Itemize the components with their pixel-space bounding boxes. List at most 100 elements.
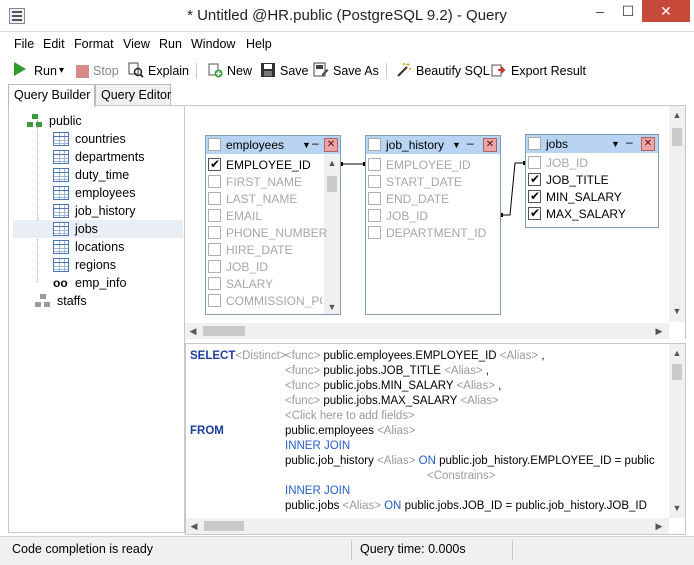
join-condition[interactable]: public.jobs.JOB_ID = public.job_history.… bbox=[405, 500, 647, 512]
join-table[interactable]: public.job_history bbox=[285, 455, 374, 467]
alias-placeholder[interactable]: <Alias> bbox=[460, 395, 498, 407]
menu-view[interactable]: View bbox=[123, 37, 150, 51]
alias-placeholder[interactable]: <Alias> bbox=[377, 425, 415, 437]
close-table-icon[interactable]: ✕ bbox=[641, 137, 655, 151]
tree-table-job-history[interactable]: job_history bbox=[53, 202, 135, 220]
alias-placeholder[interactable]: <Alias> bbox=[500, 350, 538, 362]
menu-edit[interactable]: Edit bbox=[43, 37, 65, 51]
beautify-sql-button[interactable]: Beautify SQL bbox=[396, 61, 490, 81]
alias-placeholder[interactable]: <Alias> bbox=[343, 500, 381, 512]
tree-table-employees[interactable]: employees bbox=[53, 184, 135, 202]
scroll-down-arrow[interactable]: ▼ bbox=[324, 300, 340, 314]
tree-table-departments[interactable]: departments bbox=[53, 148, 144, 166]
add-fields-link[interactable]: <Click here to add fields> bbox=[285, 409, 415, 424]
menu-window[interactable]: Window bbox=[191, 37, 235, 51]
join-table[interactable]: public.jobs bbox=[285, 500, 339, 512]
canvas-horizontal-scrollbar[interactable]: ◀ ▶ bbox=[185, 323, 669, 339]
field-first-name[interactable]: FIRST_NAME bbox=[208, 174, 302, 191]
menu-run[interactable]: Run bbox=[159, 37, 182, 51]
tab-query-editor[interactable]: Query Editor bbox=[95, 84, 171, 106]
field-end-date[interactable]: END_DATE bbox=[368, 191, 449, 208]
scroll-thumb[interactable] bbox=[672, 364, 682, 380]
canvas-vertical-scrollbar[interactable]: ▲ ▼ bbox=[669, 106, 685, 322]
scroll-up-arrow[interactable]: ▲ bbox=[669, 346, 685, 360]
field-phone-number[interactable]: PHONE_NUMBER bbox=[208, 225, 327, 242]
scroll-right-arrow[interactable]: ▶ bbox=[651, 324, 667, 338]
minimize-table-icon[interactable]: – bbox=[467, 134, 474, 152]
sql-vertical-scrollbar[interactable]: ▲ ▼ bbox=[669, 344, 685, 518]
func-placeholder[interactable]: <func> bbox=[285, 365, 320, 377]
dropdown-arrow-icon[interactable]: ▼ bbox=[452, 136, 461, 154]
field-department-id[interactable]: DEPARTMENT_ID bbox=[368, 225, 486, 242]
scroll-thumb[interactable] bbox=[204, 521, 244, 531]
field-employee-id[interactable]: EMPLOYEE_ID bbox=[208, 156, 311, 174]
constrains-placeholder[interactable]: <Constrains> bbox=[427, 469, 495, 484]
minimize-table-icon[interactable]: – bbox=[312, 134, 319, 152]
scroll-down-arrow[interactable]: ▼ bbox=[669, 304, 685, 318]
func-placeholder[interactable]: <func> bbox=[285, 395, 320, 407]
dropdown-arrow-icon[interactable]: ▼ bbox=[302, 136, 311, 154]
select-all-checkbox[interactable] bbox=[528, 137, 541, 150]
scroll-thumb[interactable] bbox=[327, 176, 337, 192]
select-column[interactable]: public.jobs.MIN_SALARY bbox=[323, 380, 453, 392]
select-all-checkbox[interactable] bbox=[208, 138, 221, 151]
tree-schema-public[interactable]: public bbox=[27, 112, 82, 130]
tree-table-locations[interactable]: locations bbox=[53, 238, 124, 256]
tree-table-duty-time[interactable]: duty_time bbox=[53, 166, 129, 184]
sql-preview-pane[interactable]: SELECT<Distinct> <func> public.employees… bbox=[185, 343, 686, 535]
explain-button[interactable]: Explain bbox=[128, 61, 189, 81]
tree-table-regions[interactable]: regions bbox=[53, 256, 116, 274]
field-last-name[interactable]: LAST_NAME bbox=[208, 191, 297, 208]
tree-table-jobs[interactable]: jobs bbox=[13, 220, 183, 238]
scroll-up-arrow[interactable]: ▲ bbox=[324, 156, 340, 170]
scroll-left-arrow[interactable]: ◀ bbox=[186, 519, 202, 533]
table-box-employees[interactable]: employees ▼ – ✕ ▲ ▼ EMPLOYEE_ID FIRST_NA… bbox=[205, 135, 341, 315]
field-job-title[interactable]: JOB_TITLE bbox=[528, 171, 609, 189]
field-email[interactable]: EMAIL bbox=[208, 208, 262, 225]
select-column[interactable]: public.jobs.MAX_SALARY bbox=[323, 395, 457, 407]
scroll-right-arrow[interactable]: ▶ bbox=[651, 519, 667, 533]
scroll-left-arrow[interactable]: ◀ bbox=[185, 324, 201, 338]
func-placeholder[interactable]: <func> bbox=[285, 350, 320, 362]
scroll-thumb[interactable] bbox=[672, 128, 682, 146]
tab-query-builder[interactable]: Query Builder bbox=[8, 84, 95, 107]
scroll-thumb[interactable] bbox=[203, 326, 245, 336]
tree-table-countries[interactable]: countries bbox=[53, 130, 126, 148]
field-job-id[interactable]: JOB_ID bbox=[208, 259, 268, 276]
run-button[interactable]: Run bbox=[14, 61, 57, 81]
sql-horizontal-scrollbar[interactable]: ◀ ▶ bbox=[186, 518, 669, 534]
alias-placeholder[interactable]: <Alias> bbox=[377, 455, 415, 467]
table-box-job-history[interactable]: job_history ▼ – ✕ EMPLOYEE_ID START_DATE… bbox=[365, 135, 501, 315]
diagram-canvas[interactable]: employees ▼ – ✕ ▲ ▼ EMPLOYEE_ID FIRST_NA… bbox=[185, 105, 686, 339]
maximize-button[interactable]: ☐ bbox=[614, 0, 642, 22]
close-table-icon[interactable]: ✕ bbox=[324, 138, 338, 152]
save-as-button[interactable]: Save As bbox=[313, 61, 379, 81]
menu-help[interactable]: Help bbox=[246, 37, 272, 51]
field-job-id[interactable]: JOB_ID bbox=[528, 155, 588, 172]
export-result-button[interactable]: Export Result bbox=[491, 61, 586, 81]
field-employee-id[interactable]: EMPLOYEE_ID bbox=[368, 157, 471, 174]
join-condition[interactable]: public.job_history.EMPLOYEE_ID = public bbox=[439, 455, 655, 467]
close-button[interactable]: ✕ bbox=[642, 0, 690, 22]
distinct-placeholder[interactable]: <Distinct> bbox=[235, 350, 286, 362]
field-hire-date[interactable]: HIRE_DATE bbox=[208, 242, 292, 259]
dropdown-arrow-icon[interactable]: ▼ bbox=[611, 135, 620, 153]
minimize-table-icon[interactable]: – bbox=[626, 133, 633, 151]
save-button[interactable]: Save bbox=[260, 61, 309, 81]
table-box-jobs[interactable]: jobs ▼ – ✕ JOB_ID JOB_TITLE MIN_SALARY M… bbox=[525, 134, 659, 228]
run-dropdown[interactable]: ▾ bbox=[59, 61, 64, 81]
scroll-up-arrow[interactable]: ▲ bbox=[669, 108, 685, 122]
inner-join-keyword[interactable]: INNER JOIN bbox=[285, 439, 350, 454]
alias-placeholder[interactable]: <Alias> bbox=[457, 380, 495, 392]
minimize-button[interactable]: – bbox=[586, 0, 614, 22]
field-start-date[interactable]: START_DATE bbox=[368, 174, 462, 191]
field-min-salary[interactable]: MIN_SALARY bbox=[528, 188, 622, 206]
field-max-salary[interactable]: MAX_SALARY bbox=[528, 205, 626, 223]
from-table[interactable]: public.employees bbox=[285, 425, 374, 437]
stop-button[interactable]: Stop bbox=[76, 61, 119, 81]
tree-view-emp-info[interactable]: oo emp_info bbox=[53, 274, 126, 292]
alias-placeholder[interactable]: <Alias> bbox=[444, 365, 482, 377]
scroll-down-arrow[interactable]: ▼ bbox=[669, 501, 685, 515]
select-all-checkbox[interactable] bbox=[368, 138, 381, 151]
field-commission-pct[interactable]: COMMISSION_PCT bbox=[208, 293, 322, 310]
